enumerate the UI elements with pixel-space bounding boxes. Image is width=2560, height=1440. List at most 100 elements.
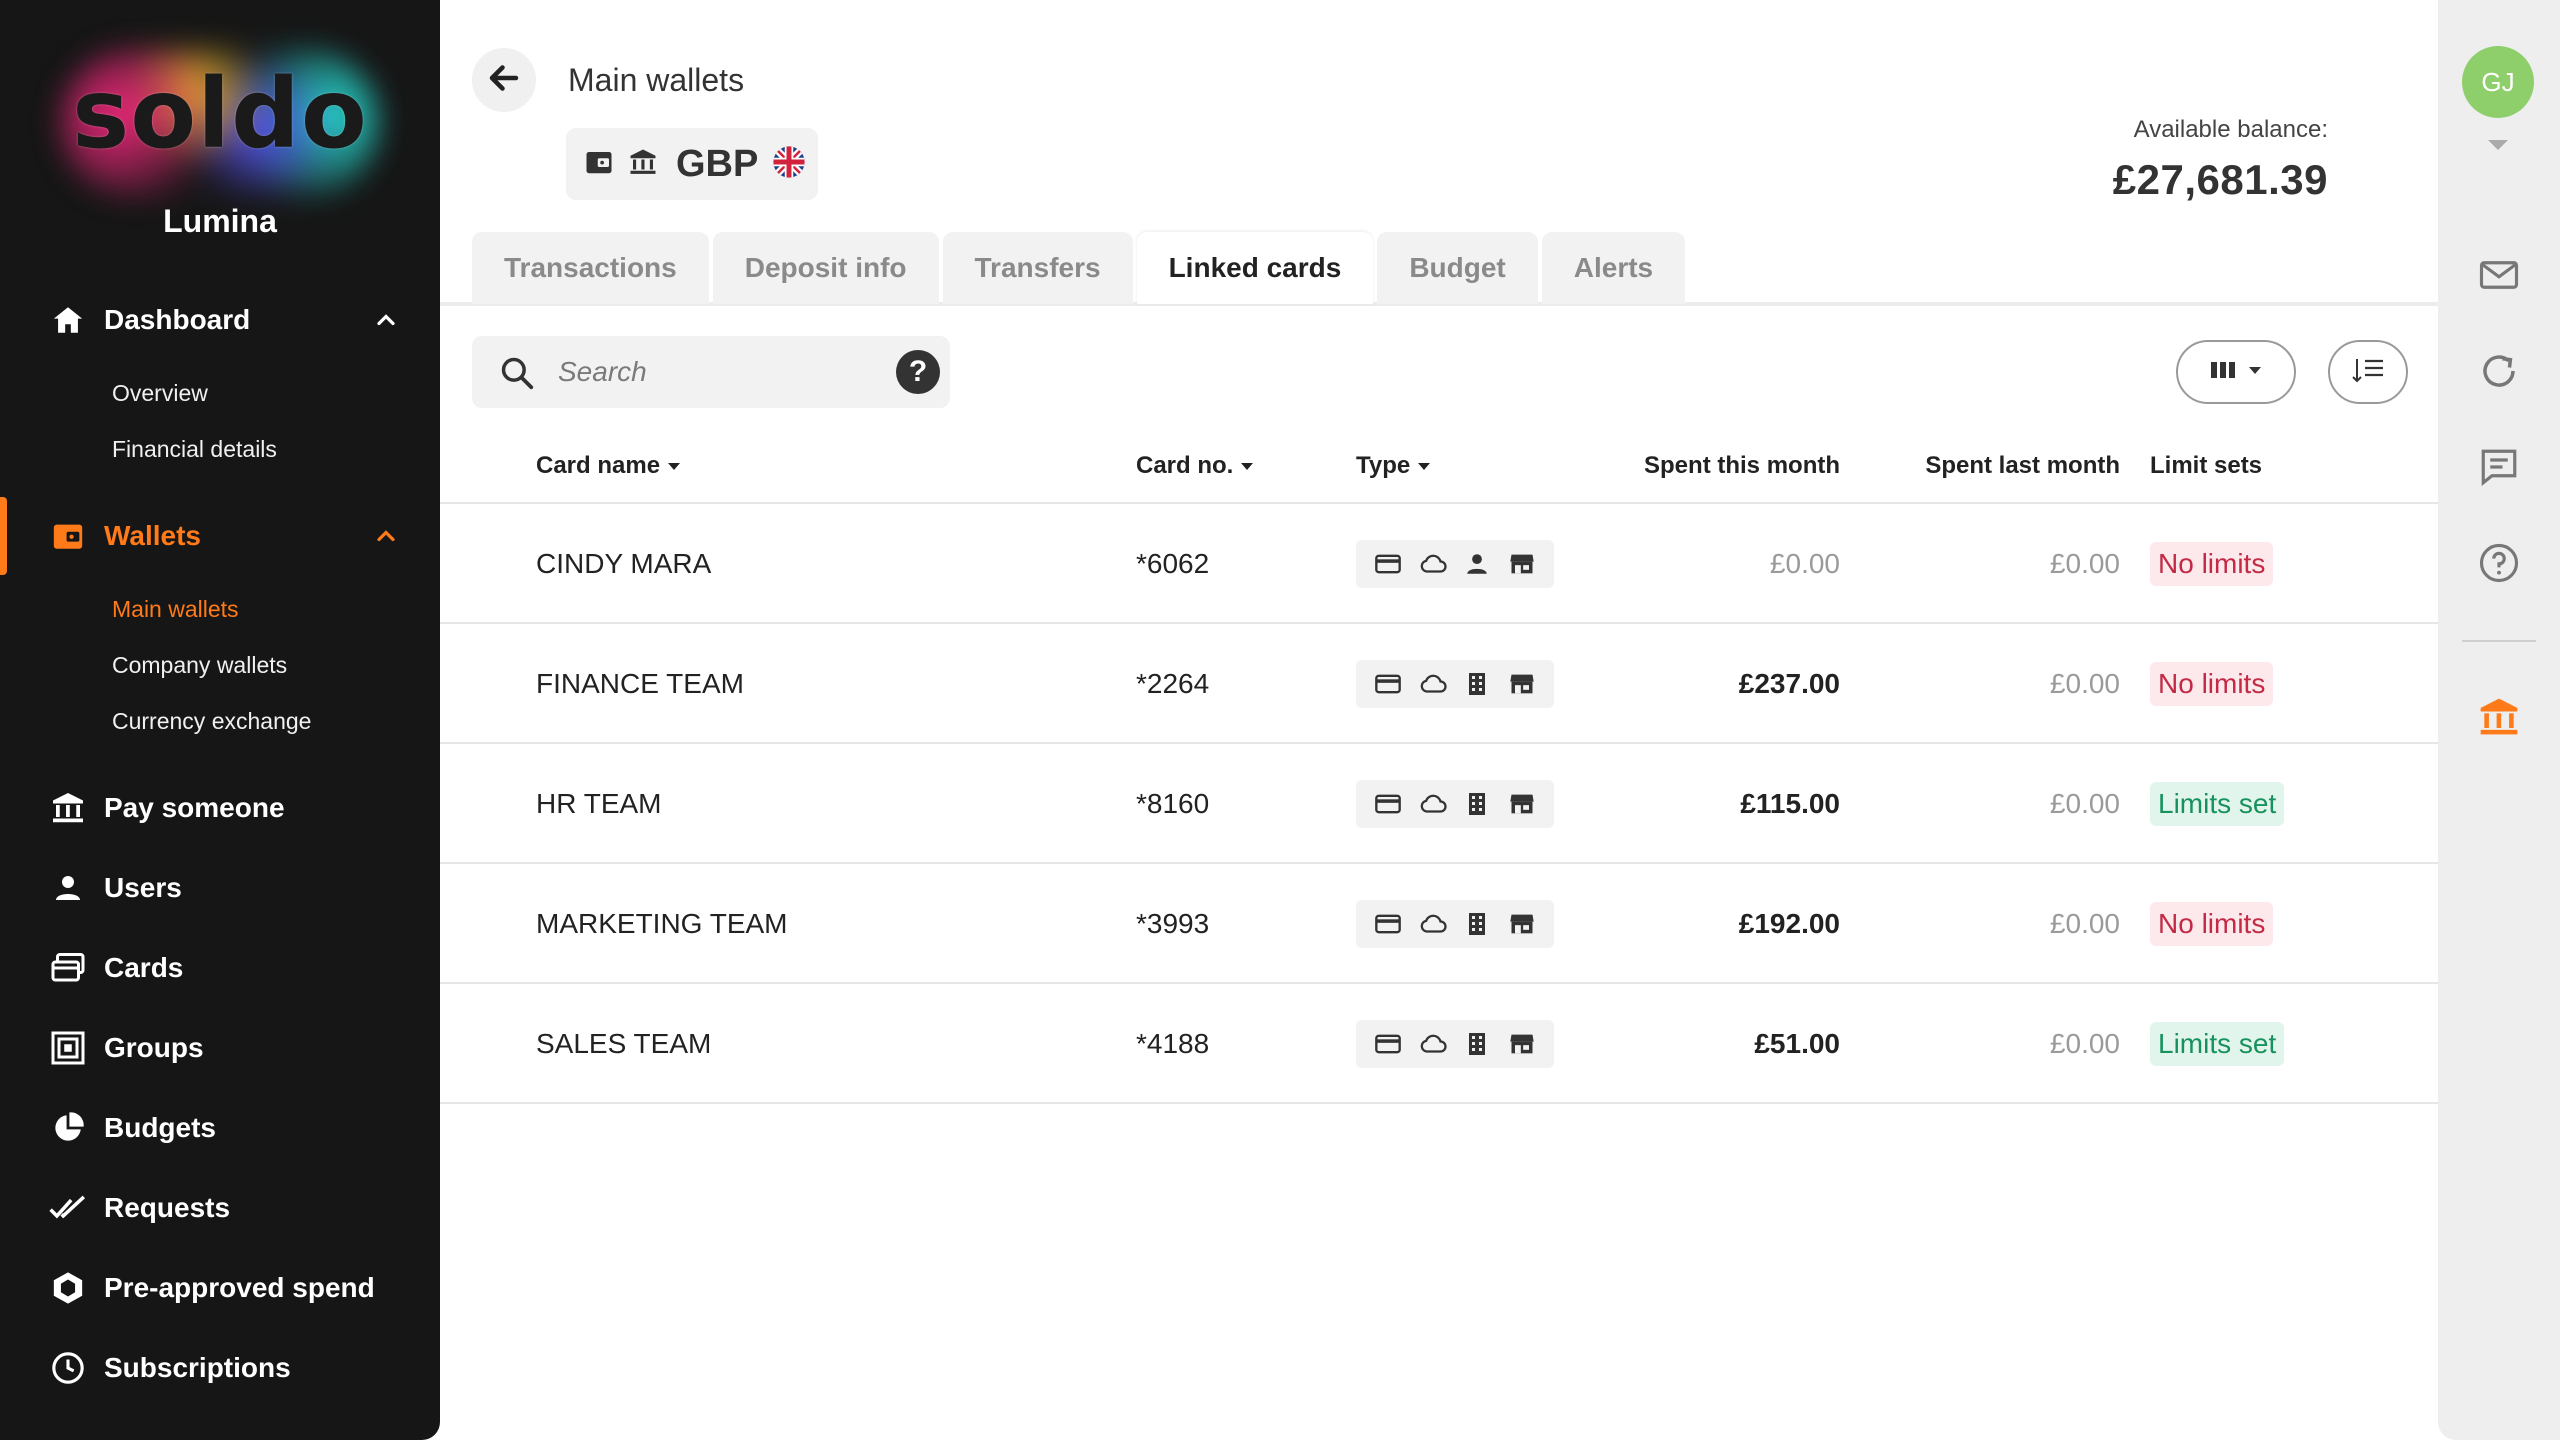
col-spent-this-month: Spent this month	[1644, 452, 1840, 479]
nav-subscriptions[interactable]: Subscriptions	[0, 1334, 440, 1402]
sort-button[interactable]	[2328, 340, 2408, 404]
wallet-currency-chip: GBP	[566, 128, 818, 200]
hexagon-icon	[48, 1268, 88, 1308]
card-type-icons	[1356, 780, 1554, 828]
avatar[interactable]: GJ	[2462, 46, 2534, 118]
card-icon	[1372, 908, 1404, 940]
spent-last-month: £0.00	[2049, 788, 2120, 819]
bank-icon[interactable]	[2476, 694, 2522, 740]
tab-transfers[interactable]: Transfers	[942, 232, 1133, 304]
page-title: Main wallets	[568, 62, 745, 98]
app-root: soldo Lumina Dashboard Overview Financia…	[0, 0, 2560, 1440]
card-type-icons	[1356, 540, 1554, 588]
card-number: *6062	[1136, 548, 1210, 579]
tab-linked-cards[interactable]: Linked cards	[1136, 232, 1374, 304]
nav-pre-approved-label: Pre-approved spend	[104, 1272, 375, 1303]
groups-icon	[48, 1028, 88, 1068]
nav-main-wallets[interactable]: Main wallets	[112, 596, 239, 623]
store-icon	[1506, 1028, 1538, 1060]
person-icon	[1461, 548, 1493, 580]
col-type[interactable]: Type	[1356, 452, 1431, 480]
nav-requests-label: Requests	[104, 1192, 231, 1223]
right-rail: GJ	[2438, 0, 2560, 1440]
table-row[interactable]: FINANCE TEAM *2264 £237.00 £0.00 No limits	[440, 624, 2438, 744]
spent-this-month: £51.00	[1754, 1028, 1840, 1059]
mail-icon[interactable]	[2476, 252, 2522, 298]
tab-transactions[interactable]: Transactions	[472, 232, 709, 304]
limit-status-badge: No limits	[2150, 902, 2274, 946]
nav-currency-exchange[interactable]: Currency exchange	[112, 708, 311, 735]
tab-budget[interactable]: Budget	[1377, 232, 1538, 304]
nav-company-wallets[interactable]: Company wallets	[112, 652, 287, 679]
nav-users-label: Users	[104, 872, 182, 903]
nav-requests[interactable]: Requests	[0, 1174, 440, 1242]
card-number: *8160	[1136, 788, 1210, 819]
refresh-icon[interactable]	[2476, 348, 2522, 394]
chevron-up-icon[interactable]	[372, 522, 400, 550]
chat-icon[interactable]	[2476, 444, 2522, 490]
tab-alerts[interactable]: Alerts	[1541, 232, 1686, 304]
rail-divider	[2462, 640, 2536, 642]
card-icon	[1372, 1028, 1404, 1060]
card-name: FINANCE TEAM	[536, 668, 744, 699]
nav-cards-label: Cards	[104, 952, 184, 983]
limit-status-badge: Limits set	[2150, 782, 2285, 826]
columns-button[interactable]	[2176, 340, 2296, 404]
soldo-logo[interactable]: soldo	[60, 48, 380, 198]
card-number: *4188	[1136, 1028, 1210, 1059]
help-icon[interactable]: ?	[896, 350, 940, 394]
limit-status-badge: No limits	[2150, 662, 2274, 706]
tab-deposit-info[interactable]: Deposit info	[712, 232, 939, 304]
building-icon	[1461, 788, 1493, 820]
table-row[interactable]: SALES TEAM *4188 £51.00 £0.00 Limits set	[440, 984, 2438, 1104]
col-card-no[interactable]: Card no.	[1136, 452, 1254, 480]
card-icon	[1372, 668, 1404, 700]
search-box: ?	[472, 336, 950, 408]
wallet-icon	[48, 516, 88, 556]
nav-users[interactable]: Users	[0, 854, 440, 922]
nav-wallets[interactable]: Wallets	[0, 502, 440, 570]
nav-dashboard[interactable]: Dashboard	[0, 286, 440, 354]
limit-status-badge: No limits	[2150, 542, 2274, 586]
spent-this-month: £192.00	[1738, 908, 1840, 939]
spent-last-month: £0.00	[2049, 908, 2120, 939]
chevron-down-icon[interactable]	[2488, 140, 2508, 150]
nav-pay-someone[interactable]: Pay someone	[0, 774, 440, 842]
back-button[interactable]	[472, 48, 536, 112]
nav-budgets[interactable]: Budgets	[0, 1094, 440, 1162]
cards-icon	[48, 948, 88, 988]
columns-icon	[2210, 359, 2236, 386]
col-card-name-label: Card name	[536, 452, 661, 479]
nav-subscriptions-label: Subscriptions	[104, 1352, 291, 1383]
table-row[interactable]: CINDY MARA *6062 £0.00 £0.00 No limits	[440, 504, 2438, 624]
nav-overview[interactable]: Overview	[112, 380, 208, 407]
card-name: HR TEAM	[536, 788, 662, 819]
help-circle-icon[interactable]	[2476, 540, 2522, 586]
store-icon	[1506, 908, 1538, 940]
building-icon	[1461, 908, 1493, 940]
cloud-icon	[1417, 668, 1449, 700]
nav-pre-approved-spend[interactable]: Pre-approved spend	[0, 1254, 440, 1322]
spent-this-month: £237.00	[1738, 668, 1840, 699]
balance-value: £27,681.39	[2112, 156, 2328, 203]
chevron-up-icon[interactable]	[372, 306, 400, 334]
nav-wallets-label: Wallets	[104, 520, 201, 551]
nav-groups[interactable]: Groups	[0, 1014, 440, 1082]
bank-transfer-icon	[48, 788, 88, 828]
arrow-left-icon	[486, 60, 522, 101]
search-icon	[498, 354, 536, 392]
row-divider	[440, 1102, 2438, 1104]
nav-budgets-label: Budgets	[104, 1112, 216, 1143]
table-row[interactable]: HR TEAM *8160 £115.00 £0.00 Limits set	[440, 744, 2438, 864]
col-card-name[interactable]: Card name	[536, 452, 681, 480]
sidebar: soldo Lumina Dashboard Overview Financia…	[0, 0, 440, 1440]
currency-code: GBP	[676, 142, 759, 185]
search-input[interactable]	[558, 350, 858, 394]
tab-bar: Transactions Deposit info Transfers Link…	[472, 232, 1686, 304]
cloud-icon	[1417, 1028, 1449, 1060]
nav-dashboard-label: Dashboard	[104, 304, 251, 335]
nav-cards[interactable]: Cards	[0, 934, 440, 1002]
card-type-icons	[1356, 1020, 1554, 1068]
table-row[interactable]: MARKETING TEAM *3993 £192.00 £0.00 No limits	[440, 864, 2438, 984]
nav-financial-details[interactable]: Financial details	[112, 436, 277, 463]
